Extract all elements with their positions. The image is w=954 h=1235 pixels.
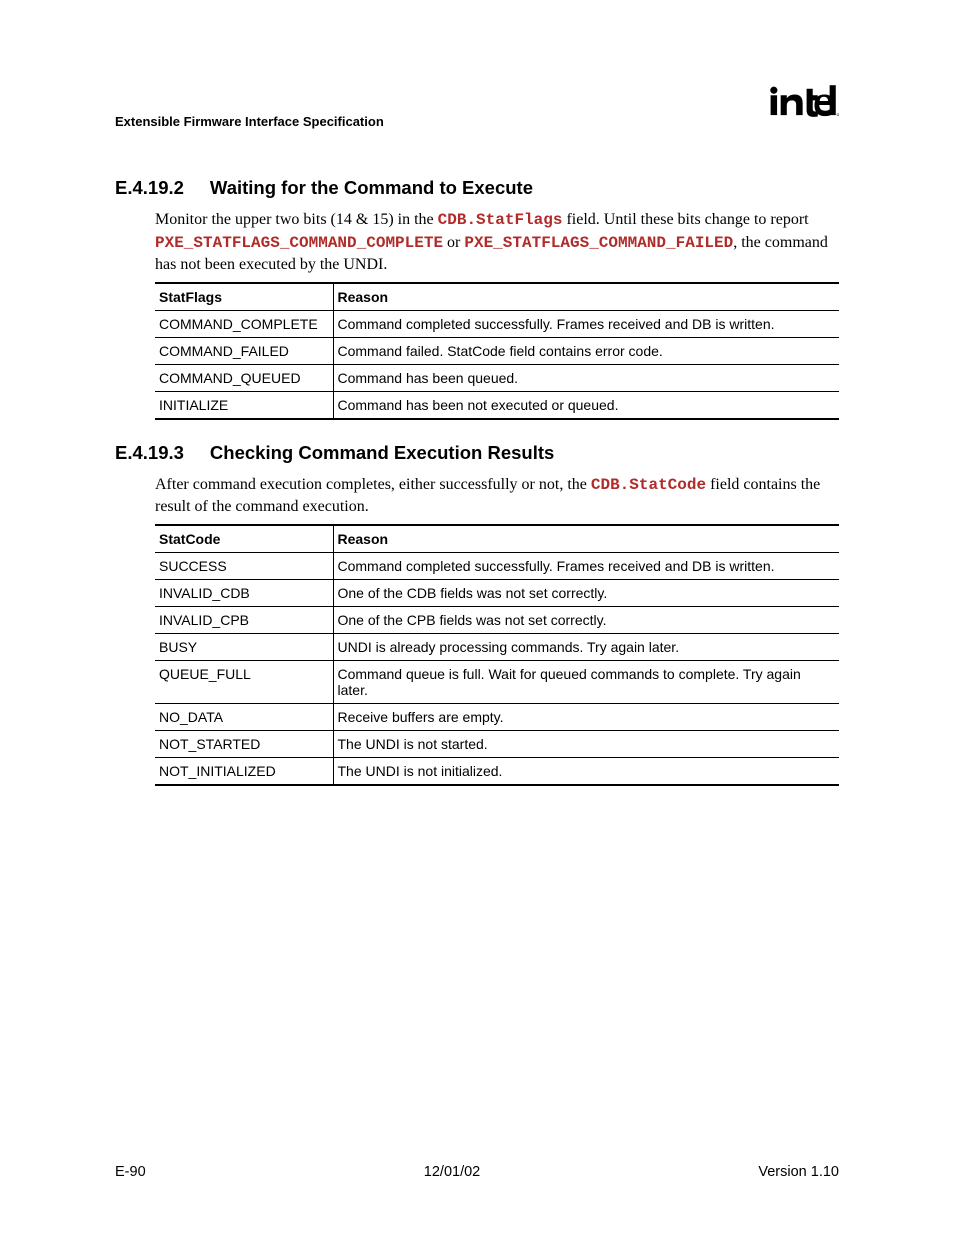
code-pxe-complete: PXE_STATFLAGS_COMMAND_COMPLETE — [155, 234, 443, 252]
code-cdb-statcode: CDB.StatCode — [591, 476, 706, 494]
table-row: COMMAND_COMPLETECommand completed succes… — [155, 310, 839, 337]
section-number: E.4.19.2 — [115, 177, 184, 199]
cell-reason: Command queue is full. Wait for queued c… — [333, 660, 839, 703]
cell-reason: One of the CPB fields was not set correc… — [333, 606, 839, 633]
table-row: INVALID_CDBOne of the CDB fields was not… — [155, 579, 839, 606]
text: After command execution completes, eithe… — [155, 476, 591, 493]
intel-logo — [767, 85, 839, 129]
header-title: Extensible Firmware Interface Specificat… — [115, 114, 384, 129]
cell-reason: Command completed successfully. Frames r… — [333, 310, 839, 337]
cell-reason: The UNDI is not initialized. — [333, 757, 839, 785]
cell-statcode: INVALID_CPB — [155, 606, 333, 633]
table-row: QUEUE_FULLCommand queue is full. Wait fo… — [155, 660, 839, 703]
cell-reason: One of the CDB fields was not set correc… — [333, 579, 839, 606]
col-header-reason: Reason — [333, 525, 839, 553]
code-cdb-statflags: CDB.StatFlags — [438, 211, 563, 229]
cell-statflag: COMMAND_QUEUED — [155, 364, 333, 391]
cell-statcode: NOT_INITIALIZED — [155, 757, 333, 785]
footer-date: 12/01/02 — [424, 1164, 480, 1180]
section-heading-waiting: E.4.19.2 Waiting for the Command to Execu… — [115, 177, 839, 199]
table-row: NO_DATAReceive buffers are empty. — [155, 703, 839, 730]
col-header-reason: Reason — [333, 283, 839, 311]
col-header-statcode: StatCode — [155, 525, 333, 553]
section-number: E.4.19.3 — [115, 442, 184, 464]
cell-statcode: SUCCESS — [155, 552, 333, 579]
section-title: Waiting for the Command to Execute — [210, 177, 533, 198]
statcode-table: StatCode Reason SUCCESSCommand completed… — [155, 524, 839, 786]
cell-reason: Command failed. StatCode field contains … — [333, 337, 839, 364]
footer-page-number: E-90 — [115, 1164, 146, 1180]
table-row: COMMAND_FAILEDCommand failed. StatCode f… — [155, 337, 839, 364]
text: or — [443, 234, 464, 251]
cell-statflag: INITIALIZE — [155, 391, 333, 419]
section-title: Checking Command Execution Results — [210, 442, 554, 463]
table-row: COMMAND_QUEUEDCommand has been queued. — [155, 364, 839, 391]
cell-statcode: INVALID_CDB — [155, 579, 333, 606]
section-heading-checking: E.4.19.3 Checking Command Execution Resul… — [115, 442, 839, 464]
text: field. Until these bits change to report — [562, 211, 808, 228]
cell-statflag: COMMAND_COMPLETE — [155, 310, 333, 337]
section2-paragraph: After command execution completes, eithe… — [155, 474, 839, 518]
page-header: Extensible Firmware Interface Specificat… — [115, 85, 839, 129]
footer-version: Version 1.10 — [758, 1164, 839, 1180]
text: Monitor the upper two bits (14 & 15) in … — [155, 211, 438, 228]
table-header-row: StatCode Reason — [155, 525, 839, 553]
page-footer: E-90 12/01/02 Version 1.10 — [115, 1164, 839, 1180]
table-header-row: StatFlags Reason — [155, 283, 839, 311]
col-header-statflags: StatFlags — [155, 283, 333, 311]
cell-reason: The UNDI is not started. — [333, 730, 839, 757]
table-row: INVALID_CPBOne of the CPB fields was not… — [155, 606, 839, 633]
table-row: INITIALIZECommand has been not executed … — [155, 391, 839, 419]
table-row: NOT_STARTEDThe UNDI is not started. — [155, 730, 839, 757]
cell-reason: Command completed successfully. Frames r… — [333, 552, 839, 579]
cell-statcode: QUEUE_FULL — [155, 660, 333, 703]
table-row: BUSYUNDI is already processing commands.… — [155, 633, 839, 660]
cell-statcode: NO_DATA — [155, 703, 333, 730]
page: Extensible Firmware Interface Specificat… — [0, 0, 954, 1235]
cell-statflag: COMMAND_FAILED — [155, 337, 333, 364]
section1-paragraph: Monitor the upper two bits (14 & 15) in … — [155, 209, 839, 276]
cell-statcode: BUSY — [155, 633, 333, 660]
cell-reason: UNDI is already processing commands. Try… — [333, 633, 839, 660]
cell-reason: Receive buffers are empty. — [333, 703, 839, 730]
cell-reason: Command has been not executed or queued. — [333, 391, 839, 419]
table-row: SUCCESSCommand completed successfully. F… — [155, 552, 839, 579]
table-row: NOT_INITIALIZEDThe UNDI is not initializ… — [155, 757, 839, 785]
cell-statcode: NOT_STARTED — [155, 730, 333, 757]
cell-reason: Command has been queued. — [333, 364, 839, 391]
statflags-table: StatFlags Reason COMMAND_COMPLETECommand… — [155, 282, 839, 420]
code-pxe-failed: PXE_STATFLAGS_COMMAND_FAILED — [464, 234, 733, 252]
